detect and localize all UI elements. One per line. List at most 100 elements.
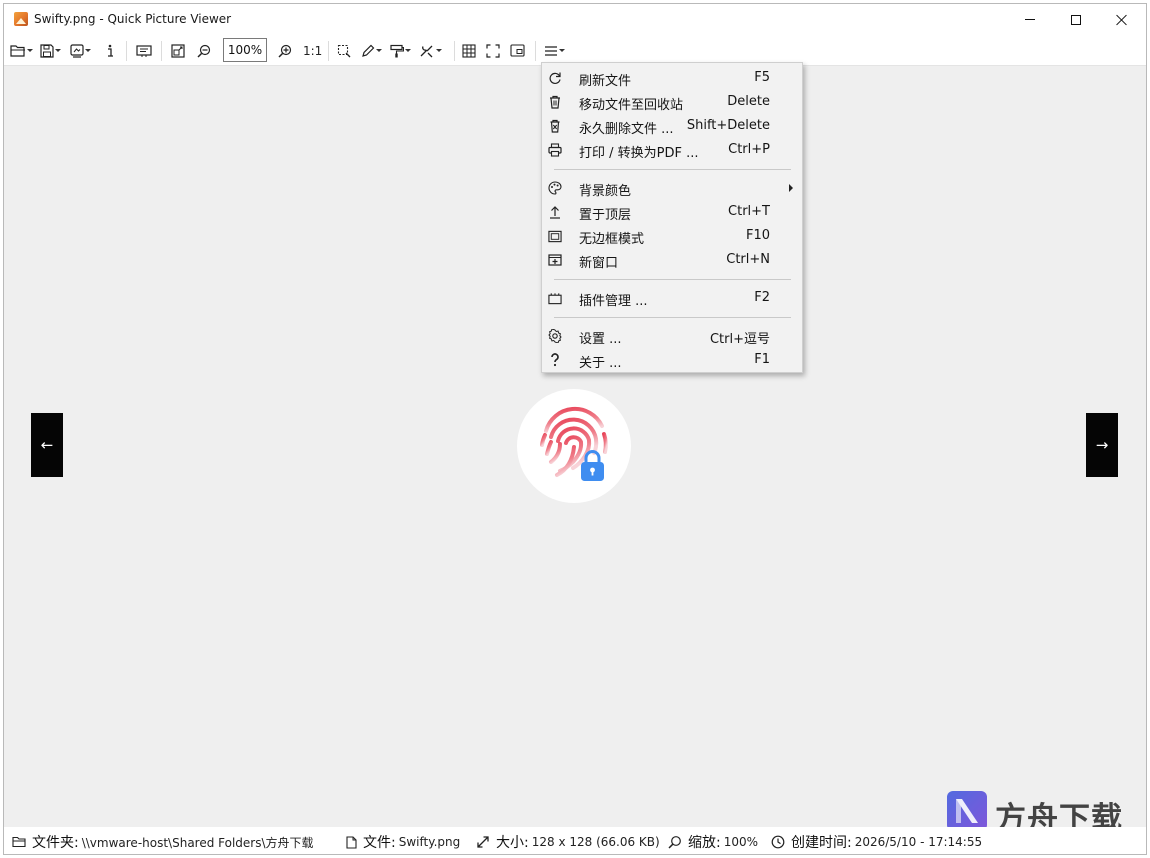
draw-button[interactable] (361, 41, 382, 60)
maximize-button[interactable] (1053, 4, 1099, 35)
menu-item-about[interactable]: 关于 ... F1 (542, 348, 802, 372)
grid-button[interactable] (462, 41, 476, 60)
zoom-label: 缩放: (688, 835, 721, 851)
plugins-icon (548, 291, 562, 305)
menu-item-shortcut: Delete (727, 94, 770, 109)
paint-icon (390, 44, 404, 57)
info-button[interactable] (105, 41, 115, 60)
folder-icon (12, 836, 26, 848)
paint-button[interactable] (390, 41, 411, 60)
fullscreen-button[interactable] (486, 41, 500, 60)
menu-item-shortcut: F10 (745, 228, 770, 243)
slideshow-button[interactable] (136, 41, 152, 60)
borderless-icon (548, 229, 562, 243)
zoom-out-button[interactable] (197, 41, 211, 60)
file-name: Swifty.png (398, 835, 461, 849)
menu-item-refresh[interactable]: 刷新文件 F5 (542, 66, 802, 90)
tools-button[interactable] (419, 41, 442, 60)
menu-item-print[interactable]: 打印 / 转换为PDF ... Ctrl+P (542, 138, 802, 162)
menu-item-label: 刷新文件 (579, 74, 632, 89)
zoom-out-icon (197, 44, 211, 58)
autozoom-button[interactable] (171, 41, 185, 60)
clock-icon (771, 835, 785, 849)
fingerprint-lock-icon (540, 406, 608, 481)
status-folder: 文件夹: \\vmware-host\Shared Folders\方舟下载 (12, 832, 314, 852)
menu-item-label: 置于顶层 (579, 208, 632, 223)
menu-item-plugins[interactable]: 插件管理 ... F2 (542, 286, 802, 310)
maximize-icon (1071, 14, 1081, 25)
menu-item-label: 设置 ... (579, 332, 622, 347)
resize-icon (476, 835, 490, 849)
menu-item-shortcut: F5 (754, 70, 770, 85)
menu-item-label: 永久删除文件 ... (579, 122, 674, 137)
arrow-right-icon: → (1095, 436, 1109, 454)
status-size: 大小: 128 x 128 (66.06 KB) (476, 832, 660, 852)
menu-item-label: 背景颜色 (579, 184, 632, 199)
menu-item-background-color[interactable]: 背景颜色 (542, 176, 802, 200)
status-created: 创建时间: 2026/5/10 - 17:14:55 (771, 832, 982, 852)
app-window: Swifty.png - Quick Picture Viewer 100% 1… (3, 3, 1147, 855)
save-icon (40, 43, 54, 58)
size-label: 大小: (496, 835, 529, 851)
submenu-arrow-icon (789, 184, 793, 192)
file-label: 文件: (363, 835, 396, 851)
menu-item-shortcut: F1 (754, 352, 770, 367)
close-button[interactable] (1099, 4, 1145, 35)
menu-item-borderless-mode[interactable]: 无边框模式 F10 (542, 224, 802, 248)
zoom-value: 100% (723, 835, 759, 849)
set-wallpaper-button[interactable] (70, 41, 91, 60)
menu-item-settings[interactable]: 设置 ... Ctrl+逗号 (542, 324, 802, 348)
main-menu-button[interactable] (544, 41, 565, 60)
actual-size-label: 1:1 (303, 43, 323, 58)
menu-item-new-window[interactable]: 新窗口 Ctrl+N (542, 248, 802, 272)
delete-forever-icon (548, 119, 562, 133)
menu-item-shortcut: Ctrl+T (728, 204, 770, 219)
menu-separator (554, 317, 791, 318)
new-window-icon (548, 253, 562, 267)
draw-icon (362, 44, 375, 57)
open-button[interactable] (10, 41, 33, 60)
zoom-input[interactable]: 100% (223, 38, 267, 62)
status-bar: 文件夹: \\vmware-host\Shared Folders\方舟下载 文… (4, 827, 1146, 854)
displayed-image (517, 389, 631, 503)
status-zoom: 缩放: 100% (668, 832, 758, 852)
previous-image-button[interactable]: ← (31, 413, 63, 477)
menu-item-always-on-top[interactable]: 置于顶层 Ctrl+T (542, 200, 802, 224)
next-image-button[interactable]: → (1086, 413, 1118, 477)
arrow-left-icon: ← (40, 436, 54, 454)
status-file: 文件: Swifty.png (346, 832, 460, 852)
settings-icon (548, 329, 562, 343)
wallpaper-icon (70, 43, 84, 58)
autozoom-icon (171, 43, 185, 58)
picture-in-picture-icon (510, 44, 525, 57)
folder-label: 文件夹: (32, 835, 79, 851)
select-icon (337, 44, 351, 57)
palette-icon (548, 181, 562, 195)
close-icon (1116, 14, 1128, 26)
menu-item-shortcut: Ctrl+N (726, 252, 770, 267)
select-button[interactable] (337, 41, 351, 60)
actual-size-button[interactable]: 1:1 (303, 41, 322, 60)
zoom-in-icon (278, 44, 292, 58)
size-value: 128 x 128 (66.06 KB) (531, 835, 660, 849)
save-button[interactable] (40, 41, 61, 60)
app-picture-icon (14, 12, 28, 26)
file-icon (346, 835, 357, 849)
main-menu-dropdown: 刷新文件 F5 移动文件至回收站 Delete 永久删除文件 ... Shift… (541, 62, 803, 373)
open-folder-icon (10, 44, 25, 57)
menu-item-label: 插件管理 ... (579, 294, 648, 309)
window-title: Swifty.png - Quick Picture Viewer (34, 12, 232, 26)
menu-separator (554, 169, 791, 170)
menu-item-delete-permanently[interactable]: 永久删除文件 ... Shift+Delete (542, 114, 802, 138)
magnifier-icon (668, 835, 682, 849)
zoom-in-button[interactable] (278, 41, 292, 60)
menu-item-label: 打印 / 转换为PDF ... (579, 146, 699, 161)
menu-item-shortcut: F2 (754, 290, 770, 305)
menu-item-shortcut: Ctrl+逗号 (709, 332, 770, 347)
printer-icon (548, 143, 562, 157)
menu-item-label: 移动文件至回收站 (579, 98, 684, 113)
picture-in-picture-button[interactable] (510, 41, 525, 60)
menu-item-move-to-recycle-bin[interactable]: 移动文件至回收站 Delete (542, 90, 802, 114)
menu-item-shortcut: Shift+Delete (686, 118, 770, 133)
minimize-button[interactable] (1007, 4, 1053, 35)
